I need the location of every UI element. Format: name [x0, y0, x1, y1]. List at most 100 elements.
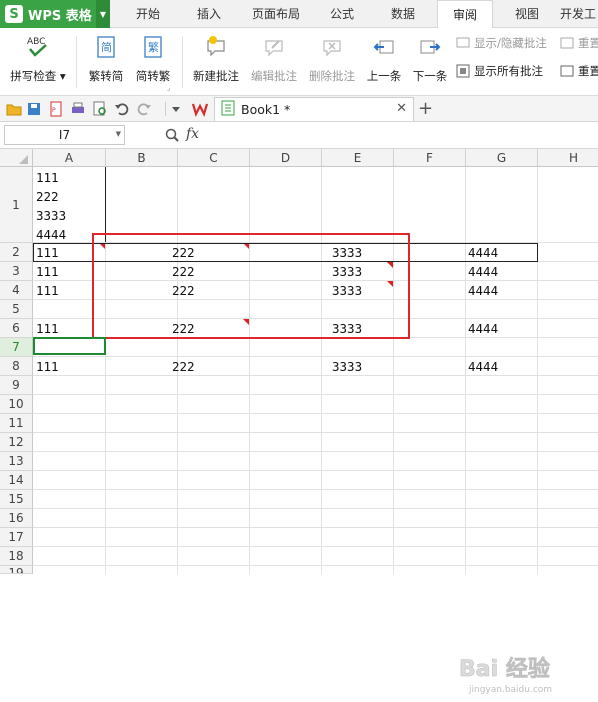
zoom-search-icon[interactable]: [164, 127, 180, 146]
tab-data[interactable]: 数据: [374, 0, 432, 28]
row-header-15[interactable]: 15: [0, 490, 33, 509]
gridline: [33, 527, 598, 528]
row-header-12[interactable]: 12: [0, 433, 33, 452]
row-header-7[interactable]: 7: [0, 338, 33, 357]
export-pdf-icon[interactable]: P: [48, 101, 64, 117]
gridline: [33, 489, 598, 490]
redo-icon[interactable]: [136, 101, 152, 117]
gridline: [33, 508, 598, 509]
reset-button-bottom[interactable]: 重置: [560, 62, 598, 80]
cell-g3[interactable]: 4444: [468, 262, 498, 281]
cell-e8[interactable]: 3333: [332, 357, 362, 376]
cell-a1[interactable]: 111 222 3333 4444: [36, 168, 66, 244]
new-tab-icon[interactable]: +: [418, 98, 433, 119]
column-header-f[interactable]: F: [394, 149, 466, 167]
column-header-b[interactable]: B: [106, 149, 178, 167]
row-header-11[interactable]: 11: [0, 414, 33, 433]
name-box[interactable]: I7 ▼: [4, 125, 125, 145]
row-header-2[interactable]: 2: [0, 243, 33, 262]
cell-a3[interactable]: 111: [36, 262, 59, 281]
undo-icon[interactable]: [114, 101, 130, 117]
cell-a6[interactable]: 111: [36, 319, 59, 338]
cell-a8[interactable]: 111: [36, 357, 59, 376]
row-header-8[interactable]: 8: [0, 357, 33, 376]
cell-g6[interactable]: 4444: [468, 319, 498, 338]
tab-insert[interactable]: 插入: [180, 0, 238, 28]
svg-text:P: P: [52, 107, 56, 114]
gridline: [321, 167, 322, 574]
cell-a4[interactable]: 111: [36, 281, 59, 300]
row-header-10[interactable]: 10: [0, 395, 33, 414]
customize-dropdown-icon[interactable]: [168, 101, 184, 117]
cell-g8[interactable]: 4444: [468, 357, 498, 376]
new-comment-button[interactable]: 新建批注: [188, 32, 244, 90]
select-all-corner[interactable]: [0, 149, 33, 167]
edit-comment-icon: [261, 34, 287, 60]
column-header-h[interactable]: H: [538, 149, 598, 167]
svg-text:Bai 经验: Bai 经验: [459, 656, 550, 682]
close-icon[interactable]: ✕: [396, 101, 407, 116]
row-header-17[interactable]: 17: [0, 528, 33, 547]
chevron-down-icon[interactable]: ▼: [116, 130, 121, 138]
reset-icon: [560, 64, 574, 78]
show-hide-comment-button[interactable]: 显示/隐藏批注: [456, 34, 547, 52]
gridline: [33, 432, 598, 433]
dialog-launcher-icon[interactable]: ⌟: [167, 84, 170, 92]
wps-home-icon[interactable]: [192, 101, 208, 117]
row-header-9[interactable]: 9: [0, 376, 33, 395]
row-header-13[interactable]: 13: [0, 452, 33, 471]
column-header-e[interactable]: E: [322, 149, 394, 167]
open-folder-icon[interactable]: [6, 101, 22, 117]
edit-comment-label: 编辑批注: [251, 69, 297, 83]
edit-comment-button[interactable]: 编辑批注: [246, 32, 302, 90]
chevron-down-icon[interactable]: ▼: [96, 0, 110, 28]
delete-comment-label: 删除批注: [309, 69, 355, 83]
column-header-c[interactable]: C: [178, 149, 250, 167]
next-comment-button[interactable]: 下一条: [408, 32, 452, 90]
document-trad-icon: 简: [93, 34, 119, 60]
tab-page-layout[interactable]: 页面布局: [242, 0, 310, 28]
simp-to-trad-button[interactable]: 繁 简转繁: [132, 32, 174, 90]
row-header-14[interactable]: 14: [0, 471, 33, 490]
fx-icon[interactable]: fx: [186, 126, 199, 142]
reset-button-top[interactable]: 重置: [560, 34, 598, 52]
print-icon[interactable]: [70, 101, 86, 117]
row-header-4[interactable]: 4: [0, 281, 33, 300]
row-header-1[interactable]: 1: [0, 167, 33, 243]
cell-c8[interactable]: 222: [172, 357, 195, 376]
delete-comment-icon: [319, 34, 345, 60]
column-header-g[interactable]: G: [466, 149, 538, 167]
row-header-18[interactable]: 18: [0, 547, 33, 566]
row-header-6[interactable]: 6: [0, 319, 33, 338]
row-header-5[interactable]: 5: [0, 300, 33, 319]
tab-formulas[interactable]: 公式: [314, 0, 370, 28]
row-header-3[interactable]: 3: [0, 262, 33, 281]
print-preview-icon[interactable]: [92, 101, 108, 117]
tab-home[interactable]: 开始: [120, 0, 176, 28]
tab-book1[interactable]: Book1 * ✕: [214, 97, 414, 121]
next-comment-label: 下一条: [412, 69, 448, 83]
app-menu-button[interactable]: S WPS 表格 ▼: [0, 0, 110, 28]
gridline: [33, 413, 598, 414]
show-hide-comment-icon: [456, 36, 470, 50]
column-header-d[interactable]: D: [250, 149, 322, 167]
spellcheck-button[interactable]: ABC 拼写检查 ▾: [6, 32, 70, 90]
divider: [76, 36, 77, 88]
row-header-19[interactable]: 19: [0, 566, 33, 574]
trad-to-simp-button[interactable]: 简 繁转简: [86, 32, 126, 90]
svg-text:繁: 繁: [148, 40, 159, 54]
cell-g4[interactable]: 4444: [468, 281, 498, 300]
delete-comment-button[interactable]: 删除批注: [304, 32, 360, 90]
show-all-comments-button[interactable]: 显示所有批注: [456, 62, 543, 80]
gridline: [33, 565, 598, 566]
prev-comment-button[interactable]: 上一条: [362, 32, 406, 90]
gridline: [393, 167, 394, 574]
tab-review[interactable]: 审阅: [437, 0, 493, 28]
row-header-16[interactable]: 16: [0, 509, 33, 528]
save-icon[interactable]: [26, 101, 42, 117]
spreadsheet-grid[interactable]: A B C D E F G H 1 2 3 4 5 6 7 8 9 10 11 …: [0, 149, 598, 695]
tab-view[interactable]: 视图: [498, 0, 556, 28]
baidu-jingyan-watermark: Bai 经验 jingyan.baidu.com: [455, 644, 595, 699]
tab-developer[interactable]: 开发工: [560, 0, 598, 28]
column-header-a[interactable]: A: [33, 149, 106, 167]
